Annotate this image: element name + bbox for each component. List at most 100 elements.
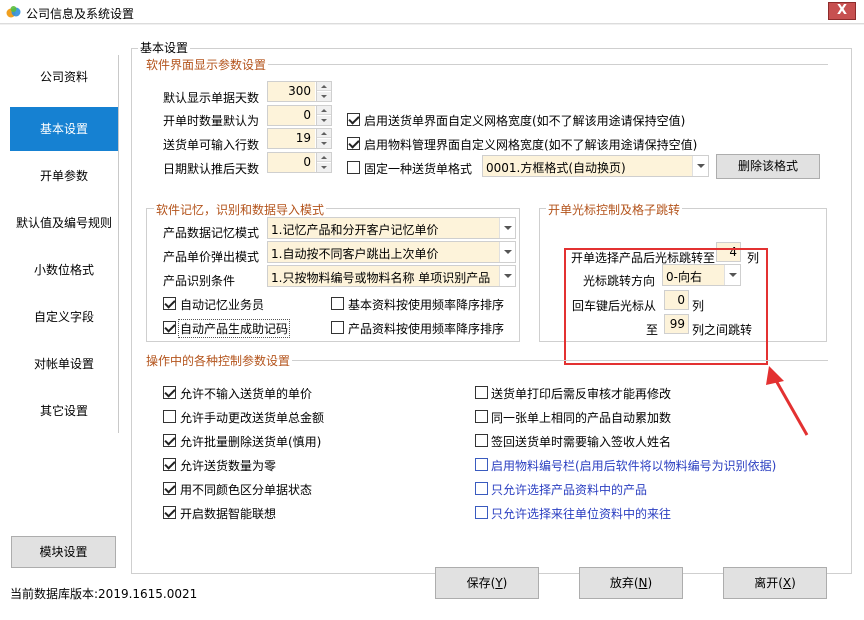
annotation-arrow-icon xyxy=(766,366,809,436)
spin-up-icon[interactable] xyxy=(317,82,331,91)
discard-button-text: 放弃( xyxy=(609,576,639,590)
price-popup-value: 1.自动按不同客户跳出上次单价 xyxy=(271,247,439,261)
date-offset-stepper[interactable]: 0 xyxy=(267,152,332,173)
date-offset-label: 日期默认推后天数 xyxy=(163,162,260,176)
window-title: 公司信息及系统设置 xyxy=(26,7,135,21)
spin-down-icon[interactable] xyxy=(317,116,331,125)
custom-grid-material-label: 启用物料管理界面自定义网格宽度(如不了解该用途请保持空值) xyxy=(364,138,698,152)
remember-salesman-checkbox[interactable] xyxy=(163,297,176,310)
title-bar: 公司信息及系统设置 X xyxy=(0,0,864,24)
spin-up-icon[interactable] xyxy=(317,129,331,138)
product-ident-select[interactable]: 1.只按物料编号或物料名称 单项识别产品 xyxy=(267,265,516,287)
save-button-key: Y xyxy=(495,576,503,590)
remember-salesman-label: 自动记忆业务员 xyxy=(180,298,265,312)
exit-button-text: 离开( xyxy=(754,576,783,590)
reaudit-after-print-label: 送货单打印后需反审核才能再修改 xyxy=(491,387,672,401)
allow-edit-total-label: 允许手动更改送货单总金额 xyxy=(180,411,325,425)
custom-grid-material-checkbox[interactable] xyxy=(347,137,360,150)
spin-down-icon[interactable] xyxy=(317,92,331,101)
exit-button-key: X xyxy=(782,576,792,590)
spin-up-icon[interactable] xyxy=(317,106,331,115)
save-button[interactable]: 保存(Y) xyxy=(435,567,539,599)
product-freq-sort-label: 产品资料按使用频率降序排序 xyxy=(348,322,505,336)
allow-edit-total-checkbox[interactable] xyxy=(163,410,176,423)
max-rows-stepper[interactable]: 19 xyxy=(267,128,332,149)
fixed-format-label: 固定一种送货单格式 xyxy=(364,162,473,176)
chevron-down-icon[interactable] xyxy=(499,218,515,238)
date-offset-value[interactable]: 0 xyxy=(268,153,315,172)
chevron-down-icon[interactable] xyxy=(692,156,708,176)
default-qty-value[interactable]: 0 xyxy=(268,106,315,125)
auto-mnemonic-checkbox[interactable] xyxy=(163,321,176,334)
format-select-value: 0001.方框格式(自动换页) xyxy=(486,161,626,175)
fixed-format-checkbox[interactable] xyxy=(347,161,360,174)
only-listed-products-checkbox[interactable] xyxy=(475,482,488,495)
format-select[interactable]: 0001.方框格式(自动换页) xyxy=(482,155,709,177)
signer-name-checkbox[interactable] xyxy=(475,434,488,447)
spin-down-icon[interactable] xyxy=(317,163,331,172)
memory-mode-select[interactable]: 1.记忆产品和分开客户记忆单价 xyxy=(267,217,516,239)
spin-up-icon[interactable] xyxy=(317,153,331,162)
allow-zero-qty-label: 允许送货数量为零 xyxy=(180,459,277,473)
basic-freq-sort-checkbox[interactable] xyxy=(331,297,344,310)
product-ident-label: 产品识别条件 xyxy=(163,274,236,288)
default-qty-label: 开单时数量默认为 xyxy=(163,114,260,128)
allow-batch-delete-label: 允许批量删除送货单(慎用) xyxy=(180,435,322,449)
auto-accumulate-checkbox[interactable] xyxy=(475,410,488,423)
default-days-stepper[interactable]: 300 xyxy=(267,81,332,102)
delete-format-button[interactable]: 删除该格式 xyxy=(716,154,820,179)
only-listed-products-label: 只允许选择产品资料中的产品 xyxy=(491,483,648,497)
sidebar-item-statement-settings[interactable]: 对帐单设置 xyxy=(10,342,118,386)
dialog-client: 公司资料 基本设置 开单参数 默认值及编号规则 小数位格式 自定义字段 对帐单设… xyxy=(0,25,864,620)
spin-down-icon[interactable] xyxy=(317,139,331,148)
app-logo-icon xyxy=(6,6,21,18)
default-days-value[interactable]: 300 xyxy=(268,82,315,101)
chevron-down-icon[interactable] xyxy=(499,266,515,286)
sidebar-item-company-info[interactable]: 公司资料 xyxy=(10,55,118,99)
discard-button[interactable]: 放弃(N) xyxy=(579,567,683,599)
only-listed-partners-label: 只允许选择来往单位资料中的来往 xyxy=(491,507,672,521)
custom-grid-delivery-label: 启用送货单界面自定义网格宽度(如不了解该用途请保持空值) xyxy=(364,114,686,128)
allow-zero-qty-checkbox[interactable] xyxy=(163,458,176,471)
sidebar-item-basic-settings[interactable]: 基本设置 xyxy=(10,107,118,151)
default-days-label: 默认显示单据天数 xyxy=(163,91,260,105)
auto-accumulate-label: 同一张单上相同的产品自动累加数 xyxy=(491,411,672,425)
close-button[interactable]: X xyxy=(828,2,856,20)
max-rows-value[interactable]: 19 xyxy=(268,129,315,148)
only-listed-partners-checkbox[interactable] xyxy=(475,506,488,519)
control-section-title: 操作中的各种控制参数设置 xyxy=(144,352,293,369)
save-button-close: ) xyxy=(502,576,508,590)
auto-mnemonic-label: 自动产品生成助记码 xyxy=(178,319,291,338)
sidebar-item-decimal-format[interactable]: 小数位格式 xyxy=(10,248,118,292)
page-title: 基本设置 xyxy=(138,39,191,56)
chevron-down-icon[interactable] xyxy=(499,242,515,262)
sidebar-item-order-params[interactable]: 开单参数 xyxy=(10,154,118,198)
price-popup-select[interactable]: 1.自动按不同客户跳出上次单价 xyxy=(267,241,516,263)
sidebar-item-custom-fields[interactable]: 自定义字段 xyxy=(10,295,118,339)
discard-button-close: ) xyxy=(647,576,653,590)
material-code-column-checkbox[interactable] xyxy=(475,458,488,471)
max-rows-label: 送货单可输入行数 xyxy=(163,138,260,152)
memory-section-title: 软件记忆，识别和数据导入模式 xyxy=(154,201,327,218)
save-button-text: 保存( xyxy=(466,576,496,590)
signer-name-label: 签回送货单时需要输入签收人姓名 xyxy=(491,435,672,449)
db-version-label: 当前数据库版本:2019.1615.0021 xyxy=(10,587,198,601)
exit-button-close: ) xyxy=(791,576,796,590)
product-ident-value: 1.只按物料编号或物料名称 单项识别产品 xyxy=(271,271,491,285)
allow-no-price-checkbox[interactable] xyxy=(163,386,176,399)
allow-batch-delete-checkbox[interactable] xyxy=(163,434,176,447)
product-freq-sort-checkbox[interactable] xyxy=(331,321,344,334)
material-code-column-label: 启用物料编号栏(启用后软件将以物料编号为识别依据) xyxy=(491,459,777,473)
custom-grid-delivery-checkbox[interactable] xyxy=(347,113,360,126)
allow-no-price-label: 允许不输入送货单的单价 xyxy=(180,387,313,401)
memory-mode-value: 1.记忆产品和分开客户记忆单价 xyxy=(271,223,439,237)
reaudit-after-print-checkbox[interactable] xyxy=(475,386,488,399)
sidebar-item-defaults-numbering[interactable]: 默认值及编号规则 xyxy=(10,201,118,245)
highlight-annotation-box xyxy=(564,248,768,365)
smart-suggest-checkbox[interactable] xyxy=(163,506,176,519)
sidebar-item-other-settings[interactable]: 其它设置 xyxy=(10,389,118,433)
default-qty-stepper[interactable]: 0 xyxy=(267,105,332,126)
exit-button[interactable]: 离开(X) xyxy=(723,567,827,599)
module-settings-button[interactable]: 模块设置 xyxy=(11,536,116,568)
color-status-checkbox[interactable] xyxy=(163,482,176,495)
